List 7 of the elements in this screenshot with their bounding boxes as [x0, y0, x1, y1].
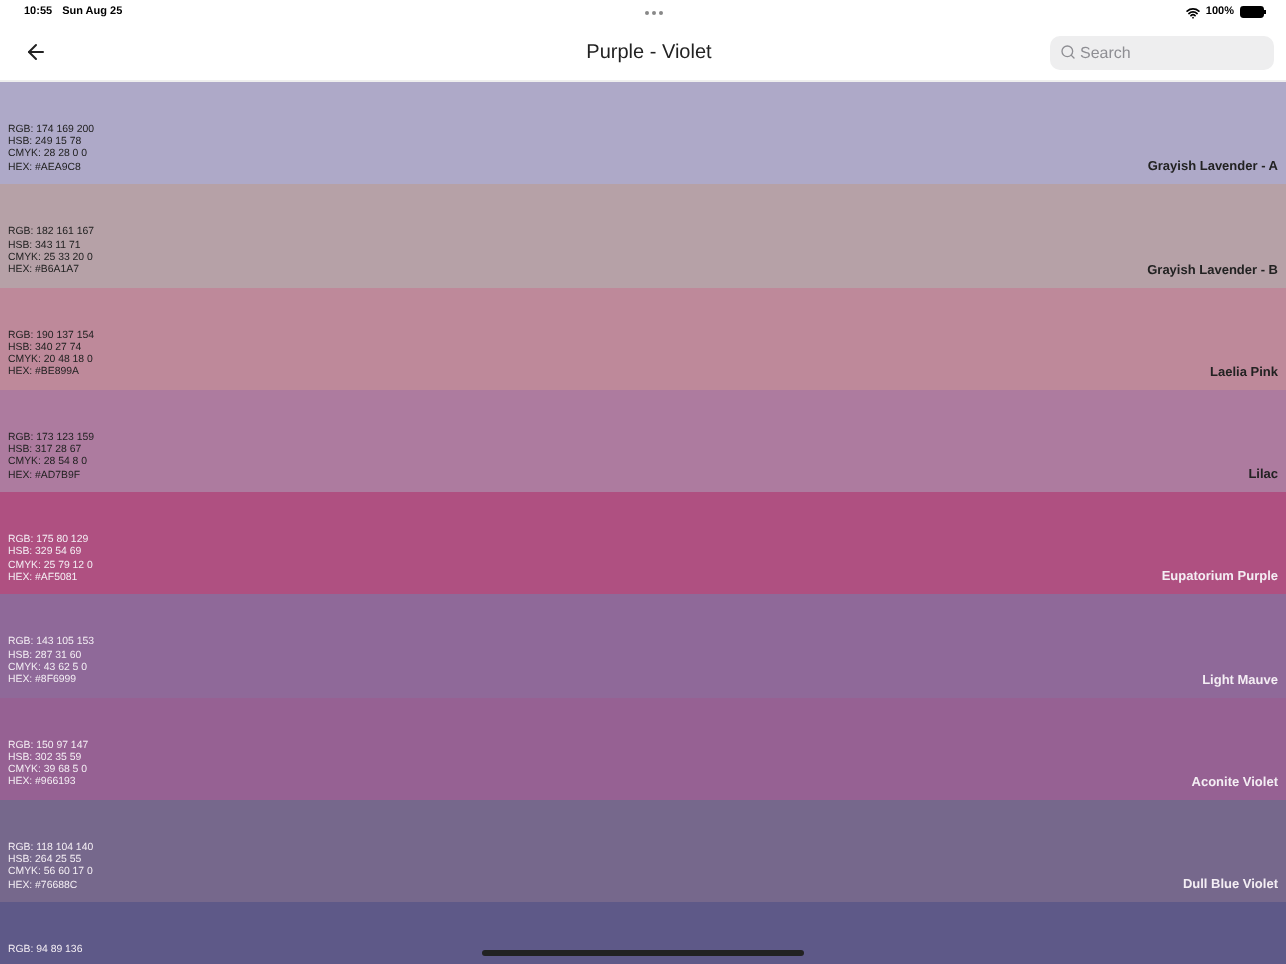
more-dots-icon[interactable]: [644, 9, 665, 15]
back-arrow-icon[interactable]: [24, 40, 48, 64]
page-title: Purple - Violet: [586, 41, 712, 63]
search-field[interactable]: Search: [1050, 35, 1274, 69]
search-icon: [1060, 44, 1076, 60]
wifi-icon: [1185, 5, 1200, 19]
battery-icon: [1240, 6, 1266, 18]
